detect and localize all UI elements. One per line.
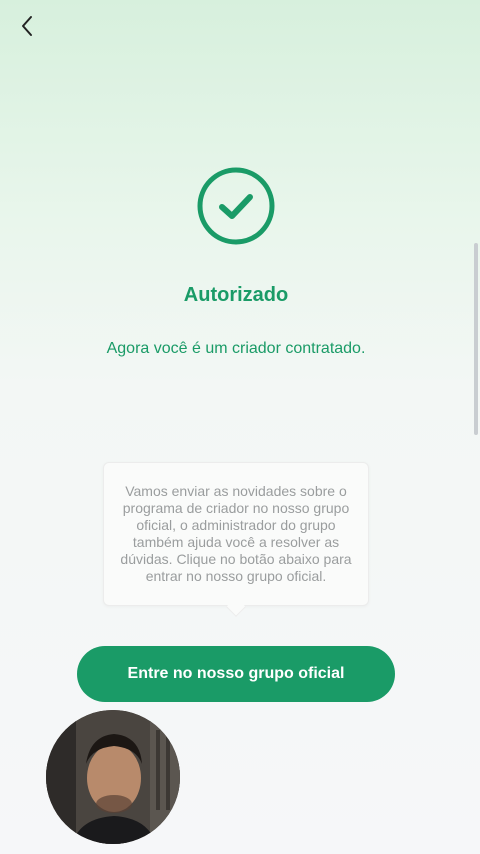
chevron-left-icon — [22, 16, 32, 36]
info-tooltip-card: Vamos enviar as novidades sobre o progra… — [103, 462, 369, 606]
camera-preview-bubble[interactable] — [46, 710, 180, 844]
scrollbar[interactable] — [474, 243, 478, 435]
info-text: Vamos enviar as novidades sobre o progra… — [120, 483, 352, 584]
check-circle-icon — [197, 167, 275, 245]
person-video-image — [46, 710, 180, 844]
status-subtitle: Agora você é um criador contratado. — [106, 340, 366, 357]
status-title: Autorizado — [183, 284, 289, 306]
join-official-group-button[interactable]: Entre no nosso grupo oficial — [77, 646, 395, 702]
back-button[interactable] — [12, 10, 42, 42]
